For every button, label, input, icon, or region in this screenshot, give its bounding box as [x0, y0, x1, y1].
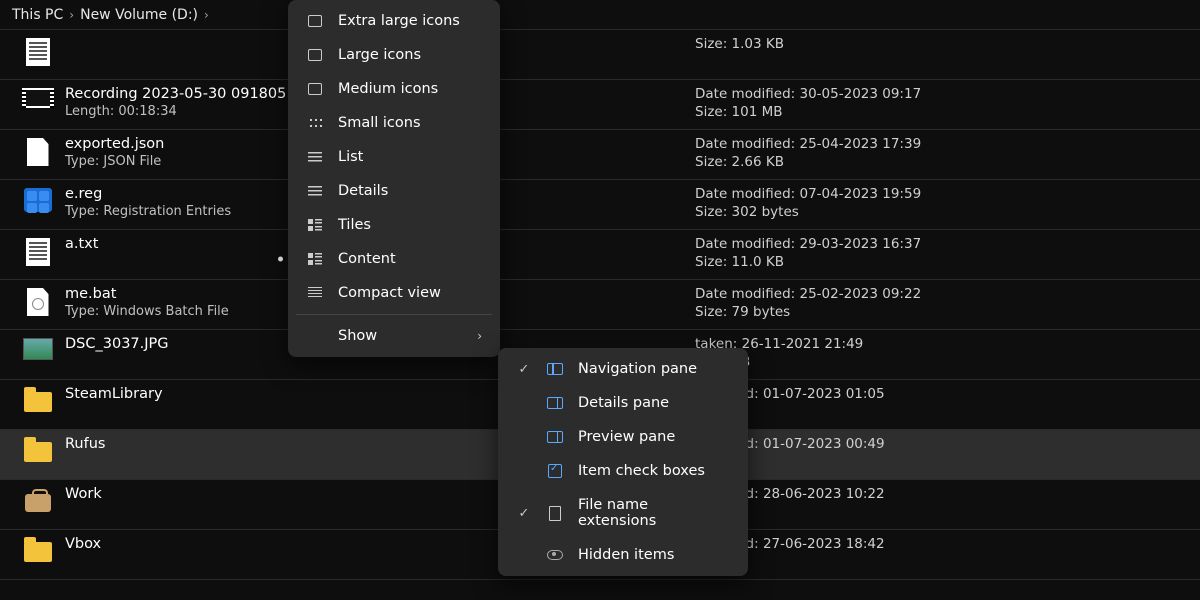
chevron-right-icon: › [477, 329, 482, 343]
submenu-item-label: Navigation pane [578, 361, 730, 377]
file-meta-line: taken: 26-11-2021 21:49 [695, 336, 1190, 352]
pane-r-icon [546, 397, 564, 409]
breadcrumb-seg-1[interactable]: This PC [12, 7, 63, 23]
reg-icon [24, 188, 52, 212]
compact-icon [308, 287, 322, 299]
file-meta-line: modified: 28-06-2023 10:22 [695, 486, 1190, 502]
submenu-item-preview-pane[interactable]: Preview pane [498, 420, 748, 454]
text-icon [26, 238, 50, 266]
menu-item-show[interactable]: Show › [288, 319, 500, 353]
menu-item-label: List [338, 149, 482, 165]
chk-icon [546, 464, 564, 478]
submenu-item-label: Item check boxes [578, 463, 730, 479]
file-meta-line: Size: 1.03 KB [695, 36, 1190, 52]
file-meta-line: Date modified: 30-05-2023 09:17 [695, 86, 1190, 102]
chevron-right-icon: › [69, 8, 74, 22]
video-icon [24, 88, 52, 108]
tiles-icon [308, 219, 322, 231]
file-meta-line: modified: 01-07-2023 00:49 [695, 436, 1190, 452]
menu-item-large-icons[interactable]: Large icons [288, 38, 500, 72]
chevron-right-icon: › [204, 8, 209, 22]
menu-item-list[interactable]: List [288, 140, 500, 174]
check-icon: ✓ [516, 362, 532, 377]
eye-icon [546, 550, 564, 560]
view-context-menu[interactable]: Extra large icons Large icons Medium icons… [288, 0, 500, 357]
submenu-item-file-name-extensions[interactable]: ✓ File name extensions [498, 488, 748, 538]
current-indicator-icon [278, 257, 283, 262]
menu-separator [296, 314, 492, 315]
file-row[interactable]: me.batType: Windows Batch FileDate modif… [0, 280, 1200, 330]
file-meta-line: Date modified: 07-04-2023 19:59 [695, 186, 1190, 202]
submenu-item-item-check-boxes[interactable]: Item check boxes [498, 454, 748, 488]
file-row[interactable]: exported.jsonType: JSON FileDate modifie… [0, 130, 1200, 180]
folder-icon [24, 392, 52, 412]
box-icon [308, 83, 322, 95]
file-row[interactable]: a.txtDate modified: 29-03-2023 16:37Size… [0, 230, 1200, 280]
file-meta-line: Date modified: 25-04-2023 17:39 [695, 136, 1190, 152]
menu-item-label: Show [338, 328, 463, 344]
file-meta-line: Size: 302 bytes [695, 204, 1190, 220]
jpg-icon [23, 338, 53, 360]
grid-icon [308, 117, 322, 129]
menu-item-label: Compact view [338, 285, 482, 301]
pane-r-icon [546, 431, 564, 443]
file-meta-line: modified: 27-06-2023 18:42 [695, 536, 1190, 552]
file-meta-line: 7.95 MB [695, 354, 1190, 370]
file-meta-line: Size: 79 bytes [695, 304, 1190, 320]
breadcrumb-seg-2[interactable]: New Volume (D:) [80, 7, 198, 23]
menu-item-label: Extra large icons [338, 13, 482, 29]
text-icon [26, 38, 50, 66]
doc-icon [546, 506, 564, 521]
menu-item-label: Large icons [338, 47, 482, 63]
menu-item-details[interactable]: Details [288, 174, 500, 208]
submenu-item-label: Preview pane [578, 429, 730, 445]
file-row[interactable]: Recording 2023-05-30 091805Length: 00:18… [0, 80, 1200, 130]
menu-item-small-icons[interactable]: Small icons [288, 106, 500, 140]
menu-item-content[interactable]: Content [288, 242, 500, 276]
menu-item-label: Tiles [338, 217, 482, 233]
breadcrumb[interactable]: This PC › New Volume (D:) › [0, 0, 1200, 30]
menu-item-label: Details [338, 183, 482, 199]
submenu-item-details-pane[interactable]: Details pane [498, 386, 748, 420]
file-meta-line: Size: 2.66 KB [695, 154, 1190, 170]
pane-l-icon [546, 363, 564, 375]
json-icon [27, 138, 49, 166]
menu-item-compact-view[interactable]: Compact view [288, 276, 500, 310]
list-icon [308, 185, 322, 197]
file-meta-line: Date modified: 29-03-2023 16:37 [695, 236, 1190, 252]
submenu-item-label: Details pane [578, 395, 730, 411]
folder-icon [24, 442, 52, 462]
submenu-item-label: Hidden items [578, 547, 730, 563]
tiles-icon [308, 253, 322, 265]
folder-icon [24, 542, 52, 562]
box-icon [308, 49, 322, 61]
submenu-item-hidden-items[interactable]: Hidden items [498, 538, 748, 572]
submenu-item-navigation-pane[interactable]: ✓ Navigation pane [498, 352, 748, 386]
file-row[interactable]: e.regType: Registration EntriesDate modi… [0, 180, 1200, 230]
menu-item-medium-icons[interactable]: Medium icons [288, 72, 500, 106]
show-submenu[interactable]: ✓ Navigation pane Details pane Preview pane… [498, 348, 748, 576]
file-meta-line: Date modified: 25-02-2023 09:22 [695, 286, 1190, 302]
menu-item-tiles[interactable]: Tiles [288, 208, 500, 242]
bat-icon [27, 288, 49, 316]
file-meta-line: Size: 11.0 KB [695, 254, 1190, 270]
menu-item-label: Small icons [338, 115, 482, 131]
box-icon [308, 15, 322, 27]
menu-item-extra-large-icons[interactable]: Extra large icons [288, 4, 500, 38]
list-icon [308, 151, 322, 163]
file-row[interactable]: Size: 1.03 KB [0, 30, 1200, 80]
menu-item-label: Medium icons [338, 81, 482, 97]
file-meta-line: Size: 101 MB [695, 104, 1190, 120]
brief-icon [25, 494, 51, 512]
menu-item-label: Content [338, 251, 482, 267]
file-meta-line: modified: 01-07-2023 01:05 [695, 386, 1190, 402]
check-icon: ✓ [516, 506, 532, 521]
submenu-item-label: File name extensions [578, 497, 730, 529]
